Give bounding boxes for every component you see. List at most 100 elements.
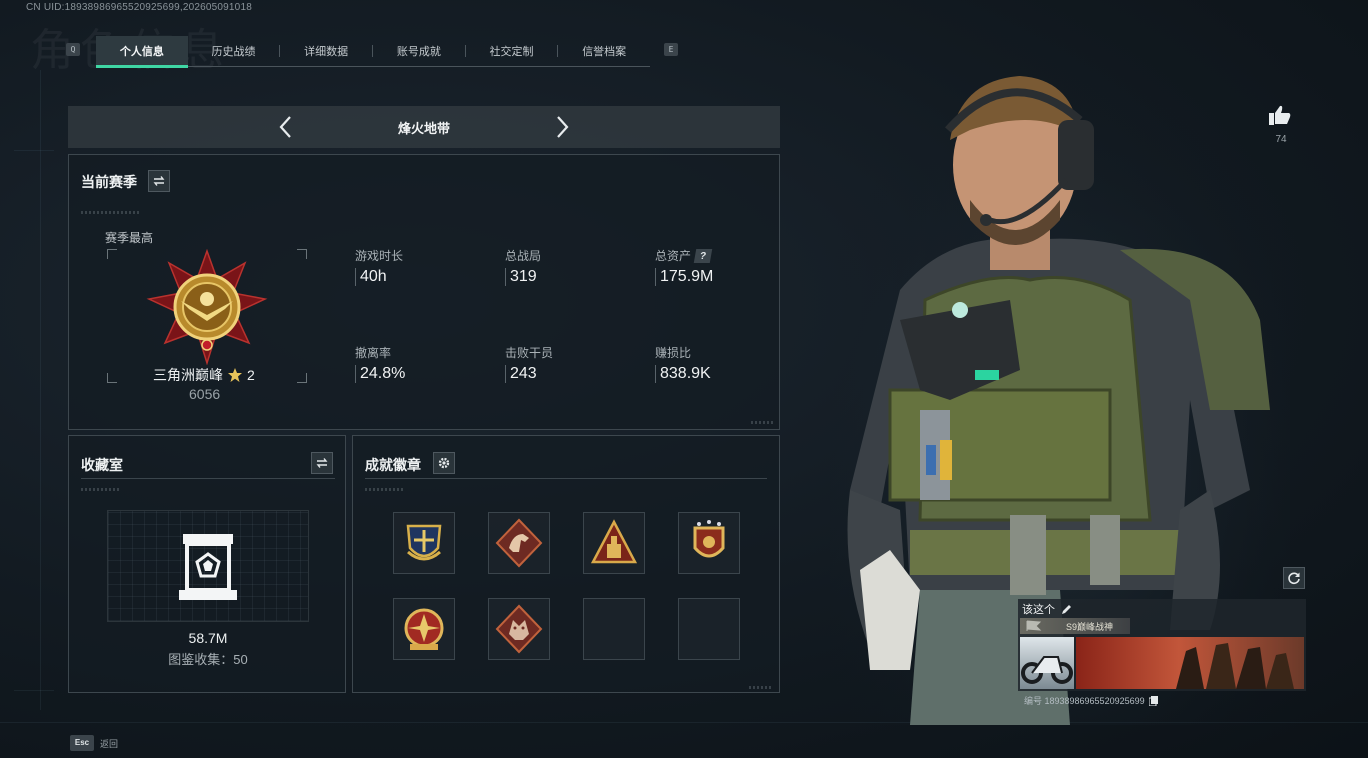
frame-corner [107,373,117,383]
uid-line: CN UID:18938986965520925699,202605091018 [26,2,252,13]
game-mode-title: 烽火地带 [397,120,450,136]
tab-label: 详细数据 [304,46,349,58]
frame-corner [107,249,117,259]
decorative-dots [81,211,141,214]
tab-detailed-data[interactable]: 详细数据 [280,36,372,66]
stat-rule [655,268,656,286]
player-id: 编号 18938986965520925699 [1024,696,1145,706]
thumbs-up-icon [1269,105,1291,125]
stat-value: 175.9M [660,268,714,285]
stat-play-time: 游戏时长 40h [355,247,403,286]
star-shield-badge-icon[interactable] [678,512,740,574]
tab-label: 账号成就 [396,46,441,58]
gear-icon [438,457,450,469]
flag-icon [1026,620,1042,631]
rank-stars: 2 [247,367,255,383]
tab-label: 社交定制 [489,46,534,58]
back-hint[interactable]: Esc 返回 [70,735,118,751]
tab-account-achievements[interactable]: 账号成就 [373,36,465,66]
edit-pencil-icon[interactable] [1061,604,1072,615]
like-button[interactable] [1268,104,1294,126]
stat-operators-defeated: 击败干员 243 [505,344,553,383]
star-icon [228,368,242,382]
display-case-icon [177,530,239,604]
collection-switch-button[interactable] [311,452,333,474]
stat-value: 838.9K [660,365,711,382]
stat-rule [355,365,356,383]
help-icon[interactable]: ? [693,248,713,263]
vehicle-thumbnail [1020,637,1074,689]
decorative-dots [751,421,775,424]
empty-badge-slot[interactable] [678,598,740,660]
stat-label: 游戏时长 [355,249,404,263]
stat-profit-loss-ratio: 赚损比 838.9K [655,344,711,383]
player-name-card[interactable]: 该这个 S9巅峰战神 [1018,599,1306,691]
stat-value: 243 [510,365,537,382]
player-name-row: 该这个 [1022,601,1072,617]
compass-star-badge-icon[interactable] [393,598,455,660]
prev-mode-arrow-icon[interactable] [274,114,298,140]
dragon-badge-icon[interactable] [488,598,550,660]
current-season-panel: 当前赛季 赛季最高 三角洲巅峰 2 6056 游戏时长 40h 总战局 319 [68,154,780,430]
title-tag: S9巅峰战神 [1020,618,1130,634]
achievements-settings-button[interactable] [433,452,455,474]
catalog-collection-row: 图鉴收集：50 [69,649,347,668]
swap-icon [316,458,328,468]
stat-rule [505,365,506,383]
achievements-panel-title: 成就徽章 [365,457,421,473]
catalog-label: 图鉴收集： [168,652,234,667]
catalog-count: 50 [233,652,248,667]
season-switch-button[interactable] [148,170,170,192]
esc-key-icon: Esc [70,735,94,751]
player-name: 该这个 [1022,604,1055,616]
stat-value: 40h [360,268,387,285]
like-count: 74 [1275,134,1287,145]
copy-icon[interactable] [1148,695,1158,706]
collection-panel-title: 收藏室 [81,457,123,473]
shield-crest-badge-icon[interactable] [393,512,455,574]
tab-profile[interactable]: 个人信息 [96,36,188,68]
refresh-button[interactable] [1283,567,1305,589]
decorative-dots [365,488,405,491]
stat-label: 总战局 [505,249,542,263]
collection-value: 58.7M [188,630,228,646]
tab-reputation[interactable]: 信誉档案 [558,36,650,66]
frame-corner [297,249,307,259]
prev-tab-key-hint[interactable]: Q [66,43,80,56]
stat-value: 319 [510,268,537,285]
next-tab-key-hint[interactable]: E [664,43,678,56]
player-id-row: 编号 18938986965520925699 [1024,694,1158,707]
tab-social-customize[interactable]: 社交定制 [466,36,558,66]
decorative-dots [749,686,773,689]
swap-icon [153,176,165,186]
card-banner-art [1076,637,1304,689]
decorative-dots [81,488,121,491]
rank-points: 6056 [189,386,221,402]
rank-name: 三角洲巅峰 [153,367,223,383]
tab-label: 个人信息 [119,46,164,58]
horse-badge-icon[interactable] [488,512,550,574]
title-tag-text: S9巅峰战神 [1066,621,1114,632]
refresh-icon [1288,572,1300,585]
frame-corner [297,373,307,383]
stat-rule [505,268,506,286]
rank-medal-icon [145,248,269,366]
stat-rule [655,365,656,383]
stat-label: 撤离率 [355,346,392,360]
stat-rule [355,268,356,286]
top-tab-bar: 个人信息 历史战绩 详细数据 账号成就 社交定制 信誉档案 [96,36,650,68]
stat-label: 击败干员 [505,346,554,360]
achievement-badges-panel: 成就徽章 [352,435,780,693]
stat-value: 24.8% [360,365,406,382]
season-panel-title: 当前赛季 [81,174,137,190]
rank-name-row: 三角洲巅峰 2 [153,365,255,385]
back-label: 返回 [100,738,119,749]
game-mode-selector: 烽火地带 [68,106,780,148]
stat-total-assets: 总资产 ? 175.9M [655,247,713,286]
triangle-ammo-badge-icon[interactable] [583,512,645,574]
tab-label: 信誉档案 [582,46,627,58]
empty-badge-slot[interactable] [583,598,645,660]
next-mode-arrow-icon[interactable] [550,114,574,140]
tab-history[interactable]: 历史战绩 [188,36,280,66]
panel-divider [365,478,767,479]
